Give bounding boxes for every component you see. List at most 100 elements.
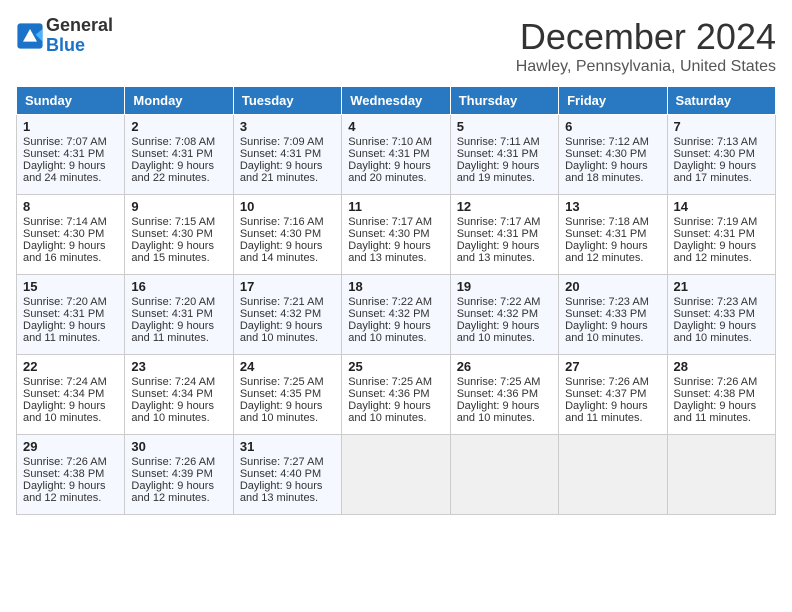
logo-general-text: General — [46, 16, 113, 36]
day-number: 24 — [240, 359, 335, 374]
sunrise-text: Sunrise: 7:26 AM — [565, 376, 660, 388]
calendar-cell: 28Sunrise: 7:26 AMSunset: 4:38 PMDayligh… — [667, 355, 775, 435]
sunset-text: Sunset: 4:31 PM — [565, 228, 660, 240]
calendar-cell: 15Sunrise: 7:20 AMSunset: 4:31 PMDayligh… — [17, 275, 125, 355]
calendar-cell: 14Sunrise: 7:19 AMSunset: 4:31 PMDayligh… — [667, 195, 775, 275]
sunrise-text: Sunrise: 7:13 AM — [674, 136, 769, 148]
day-number: 18 — [348, 279, 443, 294]
daylight-text: Daylight: 9 hours and 21 minutes. — [240, 160, 335, 184]
daylight-text: Daylight: 9 hours and 19 minutes. — [457, 160, 552, 184]
calendar-cell: 21Sunrise: 7:23 AMSunset: 4:33 PMDayligh… — [667, 275, 775, 355]
day-number: 3 — [240, 119, 335, 134]
day-number: 4 — [348, 119, 443, 134]
sunrise-text: Sunrise: 7:09 AM — [240, 136, 335, 148]
day-number: 16 — [131, 279, 226, 294]
daylight-text: Daylight: 9 hours and 10 minutes. — [240, 320, 335, 344]
sunset-text: Sunset: 4:31 PM — [23, 308, 118, 320]
calendar-cell: 4Sunrise: 7:10 AMSunset: 4:31 PMDaylight… — [342, 115, 450, 195]
logo-blue-text: Blue — [46, 36, 113, 56]
daylight-text: Daylight: 9 hours and 10 minutes. — [240, 400, 335, 424]
sunrise-text: Sunrise: 7:12 AM — [565, 136, 660, 148]
daylight-text: Daylight: 9 hours and 13 minutes. — [348, 240, 443, 264]
sunset-text: Sunset: 4:31 PM — [131, 308, 226, 320]
header-cell-saturday: Saturday — [667, 87, 775, 115]
sunset-text: Sunset: 4:30 PM — [23, 228, 118, 240]
calendar-week-5: 29 Sunrise: 7:26 AM Sunset: 4:38 PMDayligh… — [17, 435, 776, 515]
day-number: 14 — [674, 199, 769, 214]
calendar-cell: 26Sunrise: 7:25 AMSunset: 4:36 PMDayligh… — [450, 355, 558, 435]
daylight-text: Daylight: 9 hours and 10 minutes. — [674, 320, 769, 344]
daylight-text: Daylight: 9 hours and 10 minutes. — [348, 400, 443, 424]
calendar-cell: 17Sunrise: 7:21 AMSunset: 4:32 PMDayligh… — [233, 275, 341, 355]
sunrise-text: Sunrise: 7:18 AM — [565, 216, 660, 228]
page-header: General Blue December 2024 Hawley, Penns… — [16, 16, 776, 76]
day-number: 23 — [131, 359, 226, 374]
calendar-cell: 1Sunrise: 7:07 AMSunset: 4:31 PMDaylight… — [17, 115, 125, 195]
daylight-text: Daylight: 9 hours and 22 minutes. — [131, 160, 226, 184]
sunrise-text: Sunrise: 7:07 AM — [23, 136, 118, 148]
day-number: 10 — [240, 199, 335, 214]
header-cell-sunday: Sunday — [17, 87, 125, 115]
daylight-text: Daylight: 9 hours and 17 minutes. — [674, 160, 769, 184]
title-area: December 2024 Hawley, Pennsylvania, Unit… — [516, 16, 776, 76]
calendar-cell: 20Sunrise: 7:23 AMSunset: 4:33 PMDayligh… — [559, 275, 667, 355]
daylight-text: Daylight: 9 hours and 11 minutes. — [131, 320, 226, 344]
day-number: 29 — [23, 439, 118, 454]
day-number: 31 — [240, 439, 335, 454]
day-number: 1 — [23, 119, 118, 134]
sunset-text: Sunset: 4:37 PM — [565, 388, 660, 400]
calendar-cell: 10Sunrise: 7:16 AMSunset: 4:30 PMDayligh… — [233, 195, 341, 275]
calendar-week-2: 8Sunrise: 7:14 AMSunset: 4:30 PMDaylight… — [17, 195, 776, 275]
daylight-text: Daylight: 9 hours and 12 minutes. — [23, 480, 118, 504]
sunset-text: Sunset: 4:38 PM — [23, 468, 118, 480]
sunrise-text: Sunrise: 7:24 AM — [23, 376, 118, 388]
day-number: 8 — [23, 199, 118, 214]
sunset-text: Sunset: 4:33 PM — [565, 308, 660, 320]
day-number: 30 — [131, 439, 226, 454]
sunrise-text: Sunrise: 7:19 AM — [674, 216, 769, 228]
daylight-text: Daylight: 9 hours and 14 minutes. — [240, 240, 335, 264]
calendar-cell: 19Sunrise: 7:22 AMSunset: 4:32 PMDayligh… — [450, 275, 558, 355]
header-cell-thursday: Thursday — [450, 87, 558, 115]
sunrise-text: Sunrise: 7:16 AM — [240, 216, 335, 228]
sunrise-text: Sunrise: 7:10 AM — [348, 136, 443, 148]
header-cell-wednesday: Wednesday — [342, 87, 450, 115]
sunrise-text: Sunrise: 7:23 AM — [565, 296, 660, 308]
sunrise-text: Sunrise: 7:23 AM — [674, 296, 769, 308]
sunrise-text: Sunrise: 7:17 AM — [457, 216, 552, 228]
sunset-text: Sunset: 4:35 PM — [240, 388, 335, 400]
day-number: 12 — [457, 199, 552, 214]
daylight-text: Daylight: 9 hours and 15 minutes. — [131, 240, 226, 264]
sunset-text: Sunset: 4:31 PM — [348, 148, 443, 160]
day-number: 9 — [131, 199, 226, 214]
calendar-cell — [559, 435, 667, 515]
day-number: 21 — [674, 279, 769, 294]
calendar-cell: 5Sunrise: 7:11 AMSunset: 4:31 PMDaylight… — [450, 115, 558, 195]
sunrise-text: Sunrise: 7:22 AM — [457, 296, 552, 308]
daylight-text: Daylight: 9 hours and 10 minutes. — [23, 400, 118, 424]
calendar-cell: 8Sunrise: 7:14 AMSunset: 4:30 PMDaylight… — [17, 195, 125, 275]
sunset-text: Sunset: 4:31 PM — [457, 228, 552, 240]
sunset-text: Sunset: 4:40 PM — [240, 468, 335, 480]
logo: General Blue — [16, 16, 113, 56]
calendar-cell: 22Sunrise: 7:24 AMSunset: 4:34 PMDayligh… — [17, 355, 125, 435]
day-number: 27 — [565, 359, 660, 374]
sunset-text: Sunset: 4:30 PM — [674, 148, 769, 160]
calendar-cell: 11Sunrise: 7:17 AMSunset: 4:30 PMDayligh… — [342, 195, 450, 275]
calendar-cell: 6Sunrise: 7:12 AMSunset: 4:30 PMDaylight… — [559, 115, 667, 195]
day-number: 15 — [23, 279, 118, 294]
sunrise-text: Sunrise: 7:26 AM — [131, 456, 226, 468]
calendar-cell: 24Sunrise: 7:25 AMSunset: 4:35 PMDayligh… — [233, 355, 341, 435]
calendar-cell: 7Sunrise: 7:13 AMSunset: 4:30 PMDaylight… — [667, 115, 775, 195]
sunset-text: Sunset: 4:39 PM — [131, 468, 226, 480]
calendar-cell: 23Sunrise: 7:24 AMSunset: 4:34 PMDayligh… — [125, 355, 233, 435]
sunset-text: Sunset: 4:36 PM — [457, 388, 552, 400]
header-cell-friday: Friday — [559, 87, 667, 115]
sunset-text: Sunset: 4:31 PM — [674, 228, 769, 240]
calendar-week-4: 22Sunrise: 7:24 AMSunset: 4:34 PMDayligh… — [17, 355, 776, 435]
calendar-cell: 12Sunrise: 7:17 AMSunset: 4:31 PMDayligh… — [450, 195, 558, 275]
sunset-text: Sunset: 4:31 PM — [240, 148, 335, 160]
day-number: 25 — [348, 359, 443, 374]
calendar-cell: 3 Sunrise: 7:09 AMSunset: 4:31 PMDaylight… — [233, 115, 341, 195]
sunset-text: Sunset: 4:34 PM — [131, 388, 226, 400]
